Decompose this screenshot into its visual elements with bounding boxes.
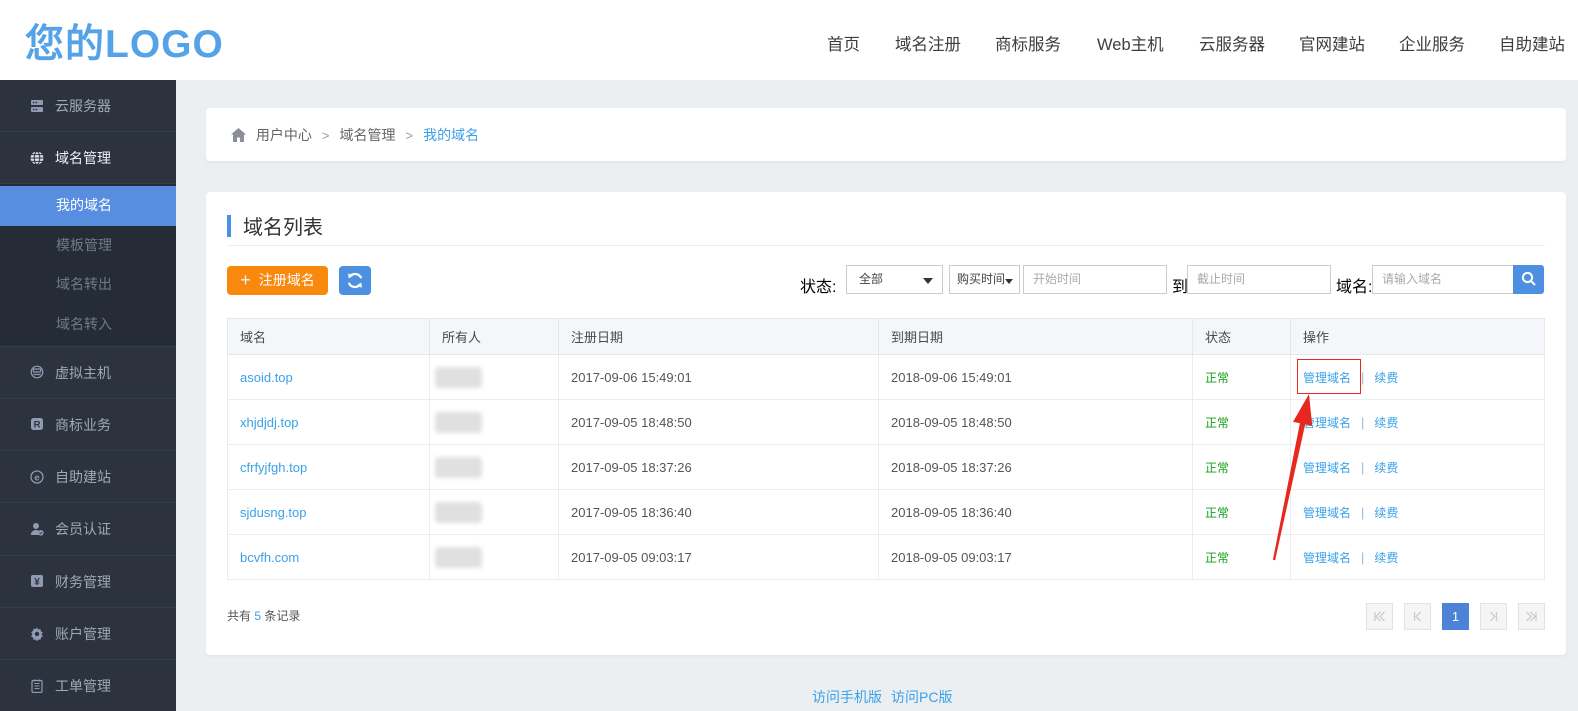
svg-text:e: e <box>34 472 39 483</box>
svg-text:¥: ¥ <box>34 577 40 588</box>
svg-text:R: R <box>34 420 41 431</box>
